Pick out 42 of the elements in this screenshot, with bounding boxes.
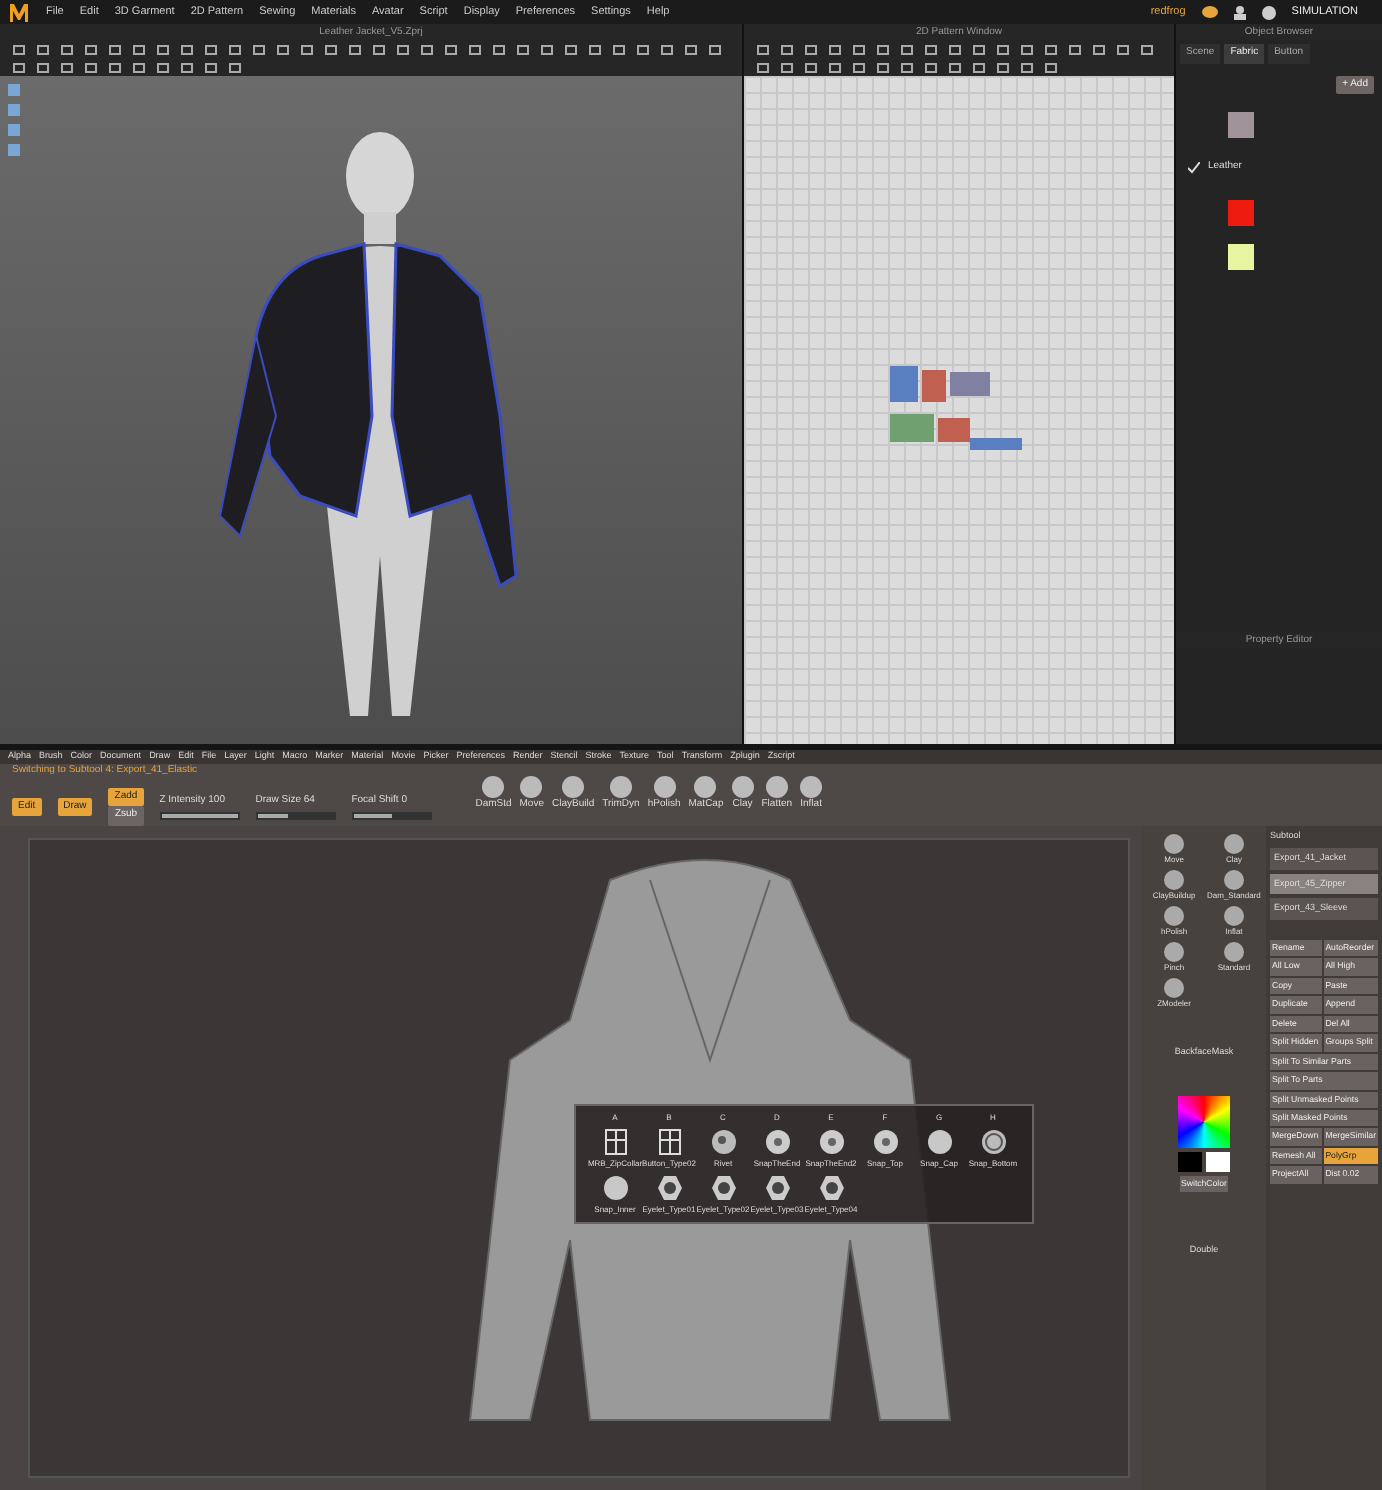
fabric-swatch[interactable] — [1228, 111, 1254, 137]
material-sphere-icon[interactable] — [653, 776, 676, 799]
app-logo — [8, 1, 30, 23]
material-sphere-icon[interactable] — [482, 776, 505, 799]
material-sphere-icon[interactable] — [520, 776, 543, 799]
frame-brush-icon[interactable] — [601, 1128, 629, 1156]
snap-brush-icon[interactable] — [817, 1128, 845, 1156]
brush-sphere-icon[interactable] — [1223, 870, 1244, 890]
slider-track[interactable] — [255, 811, 336, 819]
slider-track[interactable] — [351, 811, 432, 819]
eyelet-brush-icon[interactable] — [763, 1174, 791, 1202]
user-icon[interactable] — [1233, 5, 1246, 19]
material-sphere-icon[interactable] — [731, 776, 754, 799]
snap-brush-icon[interactable] — [871, 1128, 899, 1156]
brush-sphere-icon[interactable] — [1223, 834, 1244, 854]
brush-sphere-icon[interactable] — [1164, 870, 1185, 890]
material-sphere-icon[interactable] — [800, 776, 823, 799]
brush-sphere-icon[interactable] — [1164, 834, 1185, 854]
eyelet-brush-icon[interactable] — [655, 1174, 683, 1202]
fabric-swatch[interactable] — [1228, 199, 1254, 225]
material-sphere-icon[interactable] — [694, 776, 717, 799]
fabric-swatch[interactable] — [1228, 243, 1254, 269]
color-picker[interactable] — [1178, 1095, 1230, 1148]
brush-sphere-icon[interactable] — [1223, 906, 1244, 926]
brush-sphere-icon[interactable] — [1164, 906, 1185, 926]
snap-brush-icon[interactable] — [763, 1128, 791, 1156]
frame-brush-icon[interactable] — [655, 1128, 683, 1156]
ball-brush-icon[interactable] — [601, 1174, 629, 1202]
brush-sphere-icon[interactable] — [1223, 942, 1244, 962]
brush-sphere-icon[interactable] — [1164, 942, 1185, 962]
ring-brush-icon[interactable] — [979, 1128, 1007, 1156]
material-sphere-icon[interactable] — [609, 776, 632, 799]
material-sphere-icon[interactable] — [562, 776, 585, 799]
ball-brush-icon[interactable] — [925, 1128, 953, 1156]
help-icon[interactable] — [1261, 5, 1276, 19]
eyelet-brush-icon[interactable] — [709, 1174, 737, 1202]
rivet-brush-icon[interactable] — [709, 1128, 737, 1156]
cloud-icon[interactable] — [1201, 6, 1218, 18]
brush-sphere-icon[interactable] — [1164, 978, 1185, 998]
material-sphere-icon[interactable] — [765, 776, 788, 799]
eyelet-brush-icon[interactable] — [817, 1174, 845, 1202]
color-swatches-icon[interactable] — [1178, 1151, 1230, 1172]
